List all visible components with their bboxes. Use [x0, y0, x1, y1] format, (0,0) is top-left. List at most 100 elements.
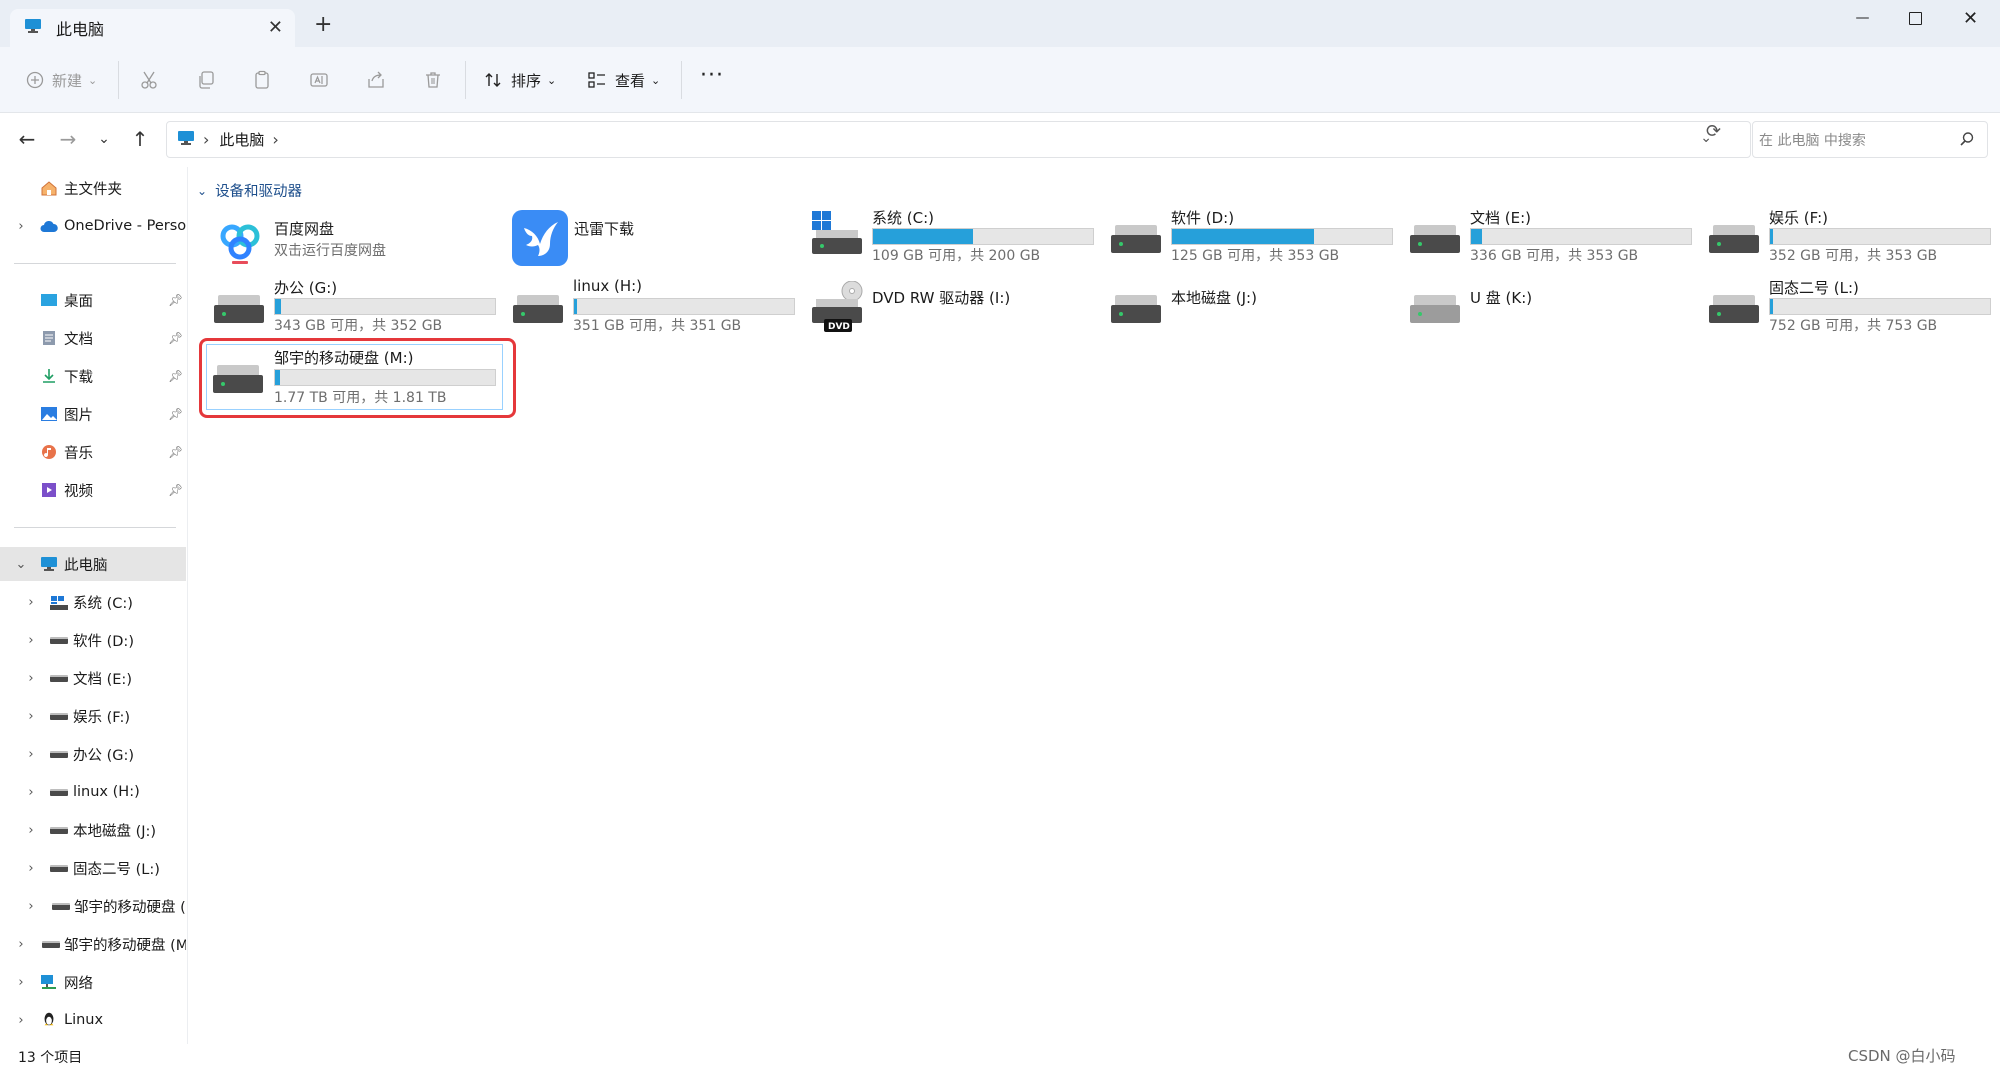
- baidu-netdisk-tile[interactable]: 百度网盘 双击运行百度网盘: [212, 216, 507, 280]
- paste-button[interactable]: [252, 67, 272, 93]
- new-tab-button[interactable]: +: [314, 14, 332, 36]
- sidebar-item-label: OneDrive - Personal: [64, 218, 186, 234]
- sidebar-item-linux[interactable]: › Linux: [0, 1003, 186, 1037]
- sidebar-item-documents[interactable]: 文档 📌︎: [0, 321, 186, 355]
- up-arrow-icon[interactable]: ↑: [128, 127, 152, 151]
- pin-icon[interactable]: 📌︎: [168, 331, 183, 345]
- sidebar-item-network[interactable]: › 网络: [0, 965, 186, 999]
- sidebar-item-desktop[interactable]: 桌面 📌︎: [0, 283, 186, 317]
- chevron-right-icon[interactable]: ›: [24, 747, 38, 762]
- drive-tile-j[interactable]: 本地磁盘 (J:): [1109, 277, 1404, 341]
- tile-description: 双击运行百度网盘: [274, 243, 386, 259]
- drive-tile-i-dvd[interactable]: DVD DVD RW 驱动器 (I:): [810, 277, 1105, 341]
- breadcrumb-this-pc[interactable]: 此电脑: [219, 129, 264, 150]
- sidebar-item-this-pc[interactable]: ⌄ 此电脑: [0, 547, 186, 581]
- breadcrumb-chevron-icon[interactable]: ›: [272, 130, 278, 149]
- delete-button[interactable]: [423, 67, 443, 93]
- chevron-right-icon[interactable]: ›: [14, 937, 28, 952]
- cut-button[interactable]: [139, 67, 159, 93]
- chevron-down-icon[interactable]: ⌄: [14, 557, 28, 572]
- minimize-button[interactable]: —: [1835, 0, 1890, 36]
- chevron-right-icon[interactable]: ›: [24, 633, 38, 648]
- chevron-down-icon: ⌄: [197, 183, 208, 198]
- pin-icon[interactable]: 📌︎: [168, 483, 183, 497]
- sort-button[interactable]: 排序 ⌄: [483, 67, 556, 93]
- new-button[interactable]: 新建 ⌄: [26, 67, 97, 93]
- drive-icon: [1111, 295, 1161, 325]
- drive-tile-g[interactable]: 办公 (G:) 343 GB 可用，共 352 GB: [212, 277, 507, 341]
- chevron-right-icon[interactable]: ›: [14, 219, 28, 234]
- sidebar-item-drive-h[interactable]: › linux (H:): [0, 775, 186, 809]
- close-window-button[interactable]: ✕: [1943, 0, 1998, 36]
- breadcrumb-chevron-icon[interactable]: ›: [203, 130, 209, 149]
- pin-icon[interactable]: 📌︎: [168, 407, 183, 421]
- sidebar-item-drive-e[interactable]: › 文档 (E:): [0, 661, 186, 695]
- sidebar-item-videos[interactable]: 视频 📌︎: [0, 473, 186, 507]
- close-tab-icon[interactable]: ✕: [268, 17, 283, 38]
- thunder-download-tile[interactable]: 迅雷下载: [512, 210, 807, 280]
- computer-icon: [41, 557, 57, 571]
- refresh-icon[interactable]: ⟳: [1706, 121, 1721, 142]
- sort-icon: [485, 73, 501, 87]
- chevron-right-icon[interactable]: ›: [24, 595, 38, 610]
- address-bar[interactable]: › 此电脑 › ⌄: [166, 121, 1751, 158]
- maximize-button[interactable]: [1888, 0, 1943, 36]
- view-button[interactable]: 查看 ⌄: [587, 67, 660, 93]
- tile-name: 邹宇的移动硬盘 (M:): [274, 349, 414, 367]
- tab-this-pc[interactable]: 此电脑 ✕: [10, 9, 295, 47]
- chevron-right-icon[interactable]: ›: [24, 861, 38, 876]
- copy-button[interactable]: [196, 67, 216, 93]
- sidebar-item-downloads[interactable]: 下载 📌︎: [0, 359, 186, 393]
- add-circle-icon: [26, 71, 44, 89]
- forward-arrow-icon[interactable]: →: [56, 127, 80, 151]
- chevron-down-icon: ⌄: [547, 73, 557, 87]
- recent-locations-chevron-icon[interactable]: ⌄: [92, 131, 116, 147]
- pin-icon[interactable]: 📌︎: [168, 445, 183, 459]
- search-box[interactable]: 在 此电脑 中搜索: [1752, 121, 1988, 158]
- drive-icon: [214, 295, 264, 325]
- chevron-right-icon[interactable]: ›: [24, 899, 38, 914]
- drive-tile-m-external[interactable]: 邹宇的移动硬盘 (M:) 1.77 TB 可用，共 1.81 TB: [206, 344, 503, 410]
- sidebar-item-label: linux (H:): [73, 784, 140, 800]
- sidebar-item-drive-c[interactable]: › 系统 (C:): [0, 585, 186, 619]
- chevron-right-icon[interactable]: ›: [24, 709, 38, 724]
- chevron-right-icon[interactable]: ›: [14, 975, 28, 990]
- tile-name: 固态二号 (L:): [1769, 279, 1859, 297]
- sidebar-item-drive-j[interactable]: › 本地磁盘 (J:): [0, 813, 186, 847]
- sidebar-item-drive-f[interactable]: › 娱乐 (F:): [0, 699, 186, 733]
- back-arrow-icon[interactable]: ←: [15, 127, 39, 151]
- sidebar-item-music[interactable]: 音乐 📌︎: [0, 435, 186, 469]
- drive-tile-d[interactable]: 软件 (D:) 125 GB 可用，共 353 GB: [1109, 207, 1404, 271]
- drive-tile-h[interactable]: linux (H:) 351 GB 可用，共 351 GB: [511, 277, 806, 341]
- chevron-right-icon[interactable]: ›: [24, 671, 38, 686]
- chevron-right-icon[interactable]: ›: [14, 1013, 28, 1028]
- group-header-devices[interactable]: ⌄ 设备和驱动器: [197, 180, 302, 201]
- home-icon: [41, 181, 57, 196]
- new-label: 新建: [52, 71, 83, 90]
- chevron-right-icon[interactable]: ›: [24, 823, 38, 838]
- rename-button[interactable]: [309, 67, 329, 93]
- share-button[interactable]: [366, 67, 386, 93]
- sidebar-item-drive-g[interactable]: › 办公 (G:): [0, 737, 186, 771]
- drive-tile-c[interactable]: 系统 (C:) 109 GB 可用，共 200 GB: [810, 207, 1105, 271]
- chevron-right-icon[interactable]: ›: [24, 785, 38, 800]
- sidebar-item-drive-l[interactable]: › 固态二号 (L:): [0, 851, 186, 885]
- drive-tile-f[interactable]: 娱乐 (F:) 352 GB 可用，共 353 GB: [1707, 207, 2000, 271]
- sidebar-item-pictures[interactable]: 图片 📌︎: [0, 397, 186, 431]
- pin-icon[interactable]: 📌︎: [168, 293, 183, 307]
- drive-tile-e[interactable]: 文档 (E:) 336 GB 可用，共 353 GB: [1408, 207, 1703, 271]
- sidebar-item-onedrive[interactable]: › OneDrive - Personal: [0, 209, 186, 243]
- sidebar-item-label: 此电脑: [64, 557, 108, 574]
- drive-tile-l[interactable]: 固态二号 (L:) 752 GB 可用，共 753 GB: [1707, 277, 2000, 341]
- document-icon: [43, 331, 55, 345]
- sidebar-item-external-drive-m[interactable]: › 邹宇的移动硬盘 (M:): [0, 927, 186, 961]
- sidebar-item-drive-m[interactable]: › 邹宇的移动硬盘 (M:): [0, 889, 186, 923]
- drive-tile-k-usb[interactable]: U 盘 (K:): [1408, 277, 1703, 341]
- tile-usage-text: 109 GB 可用，共 200 GB: [872, 248, 1041, 264]
- more-options-button[interactable]: ···: [700, 65, 724, 87]
- pin-icon[interactable]: 📌︎: [168, 369, 183, 383]
- sidebar-item-home[interactable]: 主文件夹: [0, 171, 186, 205]
- dvd-badge: DVD: [828, 322, 850, 332]
- chevron-down-icon: ⌄: [651, 73, 661, 87]
- sidebar-item-drive-d[interactable]: › 软件 (D:): [0, 623, 186, 657]
